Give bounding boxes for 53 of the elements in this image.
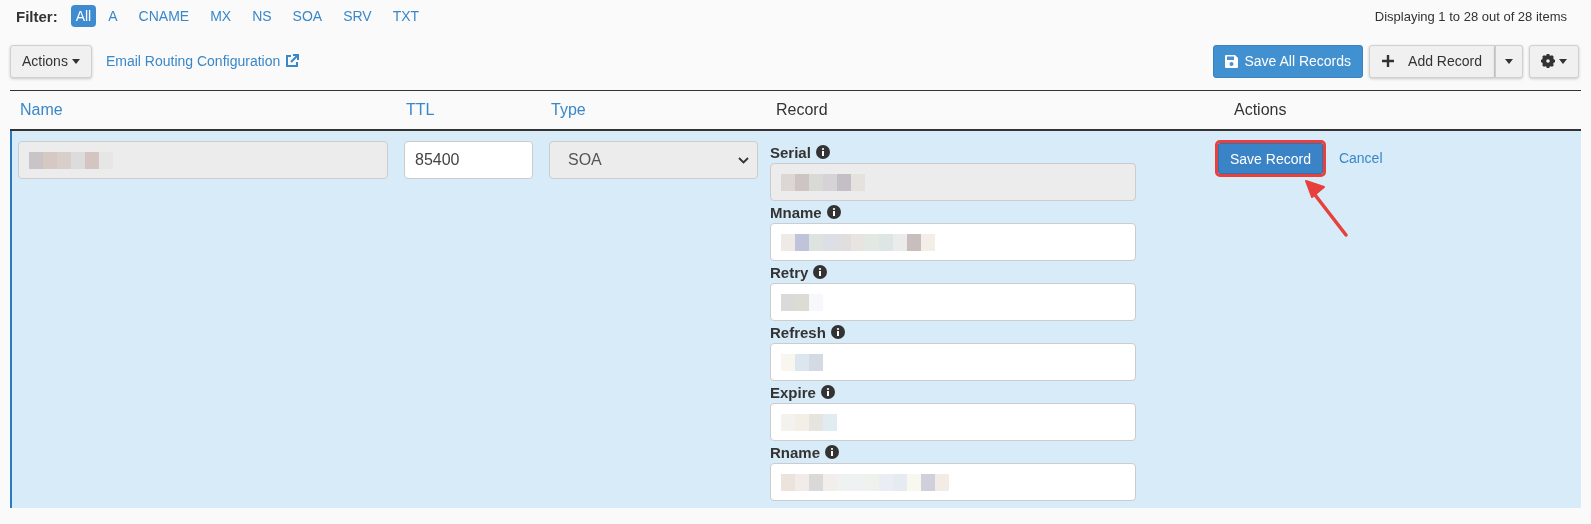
external-link-icon	[285, 54, 300, 68]
field-label: Retry	[770, 263, 809, 281]
record-field[interactable]	[770, 343, 1136, 381]
pixelated-value-drawing	[781, 353, 823, 371]
filter-option[interactable]: NS	[243, 5, 281, 27]
info-icon	[813, 265, 828, 279]
info-icon	[830, 325, 845, 339]
record-field[interactable]	[770, 463, 1136, 501]
field-label: Mname	[770, 203, 822, 221]
filter-option[interactable]: SOA	[283, 5, 332, 27]
pixelated-value-drawing	[781, 413, 837, 431]
info-icon	[825, 445, 840, 459]
caret-icon	[1559, 58, 1567, 64]
filter-label: Filter:	[16, 7, 58, 25]
pixelated-value-drawing	[781, 293, 823, 311]
column-header[interactable]: Name	[10, 101, 396, 119]
field-label: Serial	[770, 143, 811, 161]
gear-icon	[1541, 54, 1555, 68]
column-header[interactable]: TTL	[396, 101, 541, 119]
save-all-records-button[interactable]: Save All Records	[1213, 44, 1364, 78]
caret-icon	[71, 58, 80, 64]
type-select[interactable]: SOA	[549, 141, 758, 179]
record-field[interactable]	[770, 283, 1136, 321]
filter-option[interactable]: CNAME	[129, 5, 199, 27]
email-routing-link[interactable]: Email Routing Configuration	[105, 53, 300, 69]
info-icon	[820, 385, 835, 399]
filter-option[interactable]: A	[99, 5, 127, 27]
filter-option[interactable]: SRV	[334, 5, 381, 27]
save-record-button[interactable]: Save Record	[1218, 143, 1323, 174]
field-label: Expire	[770, 383, 816, 401]
settings-button[interactable]	[1529, 44, 1579, 78]
field-label: Refresh	[770, 323, 826, 341]
info-icon	[826, 205, 841, 219]
actions-button[interactable]: Actions	[10, 44, 92, 78]
dropdown-toggle[interactable]	[1495, 44, 1523, 78]
column-header: Record	[775, 101, 829, 119]
ttl-field[interactable]: 85400	[404, 141, 533, 179]
record-field[interactable]	[770, 403, 1136, 441]
info-icon	[815, 145, 830, 159]
record-field[interactable]	[770, 223, 1136, 261]
filter-option[interactable]: TXT	[383, 5, 429, 27]
cancel-link[interactable]: Cancel	[1338, 150, 1383, 166]
filter-option[interactable]: MX	[201, 5, 241, 27]
field-label: Rname	[770, 443, 821, 461]
chevron-down-icon	[738, 156, 749, 164]
column-header[interactable]: Type	[541, 101, 766, 119]
caret-icon	[1505, 58, 1513, 64]
plus-icon	[1382, 55, 1395, 67]
column-header: Actions	[1233, 101, 1288, 119]
filter-option[interactable]: All	[70, 5, 97, 27]
annotation-arrow	[1304, 179, 1350, 239]
pagination-info: Displaying 1 to 28 out of 28 items	[1374, 8, 1567, 24]
add-record-button[interactable]: Add Record	[1369, 44, 1495, 78]
